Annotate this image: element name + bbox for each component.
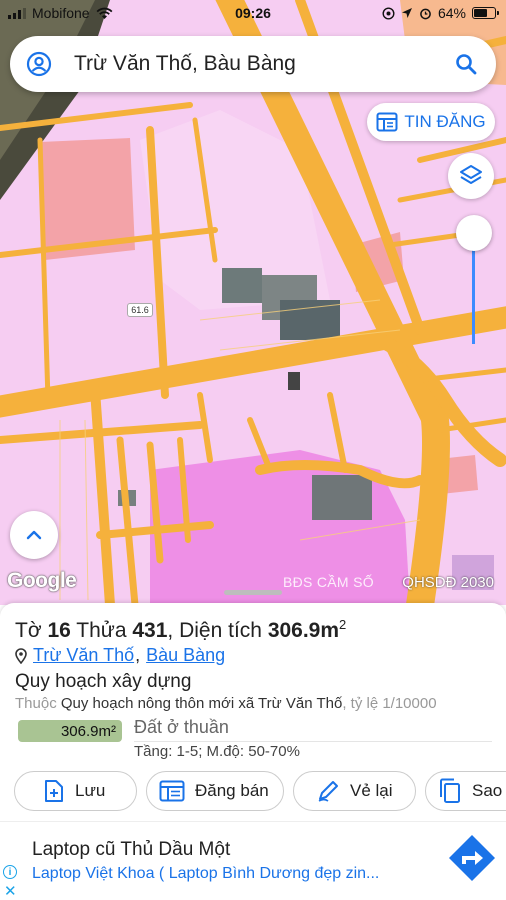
post-sale-button[interactable]: Đăng bán <box>146 771 284 811</box>
belongs-label: Thuộc <box>15 695 57 712</box>
action-bar: Lưu Đăng bán Vẻ lại Sao <box>14 771 506 811</box>
plan-belongs: Thuộc Quy hoạch nông thôn mới xã Trừ Văn… <box>15 695 437 712</box>
save-label: Lưu <box>75 781 106 800</box>
save-button[interactable]: Lưu <box>14 771 137 811</box>
watermark-label: BĐS CẦM SỐ <box>283 574 374 590</box>
layers-button[interactable] <box>448 153 494 199</box>
post-listing-button[interactable]: TIN ĐĂNG <box>367 103 495 141</box>
add-file-icon <box>45 780 63 802</box>
battery-percent: 64% <box>437 5 466 21</box>
location-pin-icon <box>15 647 27 664</box>
search-icon[interactable] <box>454 52 478 76</box>
post-listing-icon <box>376 112 398 132</box>
search-query[interactable]: Trừ Văn Thố, Bàu Bàng <box>74 52 454 76</box>
parcel-location: Trừ Văn Thố, Bàu Bàng <box>15 645 225 666</box>
plot-number: 431 <box>132 619 168 642</box>
ad-info-icon[interactable]: i <box>3 865 17 879</box>
area-label: , Diện tích <box>167 619 262 642</box>
directions-icon[interactable] <box>447 833 497 883</box>
opacity-slider-track[interactable] <box>472 236 475 344</box>
plan-type: Quy hoạch xây dựng <box>15 671 192 692</box>
google-logo: Google <box>7 569 77 592</box>
ad-close-icon[interactable]: ✕ <box>4 882 17 900</box>
orientation-lock-icon <box>382 6 395 20</box>
layers-icon <box>460 165 482 184</box>
sheet-number: 16 <box>47 619 71 642</box>
post-sale-label: Đăng bán <box>195 781 269 800</box>
land-type: Đất ở thuần <box>134 717 229 737</box>
copy-label: Sao <box>472 781 503 800</box>
status-right: 64% <box>382 5 499 21</box>
parcel-title: Tờ 16 Thửa 431, Diện tích 306.9m2 <box>15 617 346 643</box>
listing-icon <box>159 780 185 802</box>
location-arrow-icon <box>401 8 412 18</box>
sheet-drag-handle[interactable] <box>224 590 282 595</box>
plan-year-label: QHSDĐ 2030 <box>402 574 494 591</box>
floor-density: Tầng: 1-5; M.độ: 50-70% <box>134 743 300 760</box>
commune-link[interactable]: Trừ Văn Thố <box>33 645 134 666</box>
chevron-up-icon <box>26 530 42 540</box>
ad-banner[interactable]: Laptop cũ Thủ Dầu Một Laptop Việt Khoa (… <box>0 821 506 900</box>
ad-subtitle[interactable]: Laptop Việt Khoa ( Laptop Bình Dương đẹp… <box>32 865 422 883</box>
alarm-icon <box>420 8 431 19</box>
plot-label: Thửa <box>76 619 127 642</box>
copy-button[interactable]: Sao <box>425 771 506 811</box>
plan-scale: , tỷ lệ 1/10000 <box>342 695 437 712</box>
status-bar: Mobifone 09:26 64% <box>0 0 506 28</box>
ad-title[interactable]: Laptop cũ Thủ Dầu Một <box>32 839 230 861</box>
area-value: 306.9m <box>267 619 340 642</box>
route-badge: 61.6 <box>127 303 153 317</box>
post-listing-label: TIN ĐĂNG <box>404 112 486 131</box>
location-separator: , <box>135 645 141 665</box>
divider <box>134 741 492 742</box>
parcel-info-sheet[interactable]: Tờ 16 Thửa 431, Diện tích 306.9m2 Trừ Vă… <box>0 603 506 821</box>
account-circle-icon[interactable] <box>26 51 52 77</box>
battery-icon <box>472 7 499 19</box>
area-unit-sup: 2 <box>339 617 347 632</box>
expand-up-button[interactable] <box>10 511 58 559</box>
area-badge: 306.9m² <box>18 720 122 742</box>
draw-icon <box>318 781 338 802</box>
opacity-slider-knob[interactable] <box>456 215 492 251</box>
redraw-button[interactable]: Vẻ lại <box>293 771 416 811</box>
district-link[interactable]: Bàu Bàng <box>146 645 225 666</box>
redraw-label: Vẻ lại <box>350 781 393 800</box>
sheet-prefix: Tờ <box>15 619 42 642</box>
copy-icon <box>440 778 460 803</box>
search-bar[interactable]: Trừ Văn Thố, Bàu Bàng <box>10 36 496 92</box>
plan-name: Quy hoạch nông thôn mới xã Trừ Văn Thố <box>60 695 343 712</box>
